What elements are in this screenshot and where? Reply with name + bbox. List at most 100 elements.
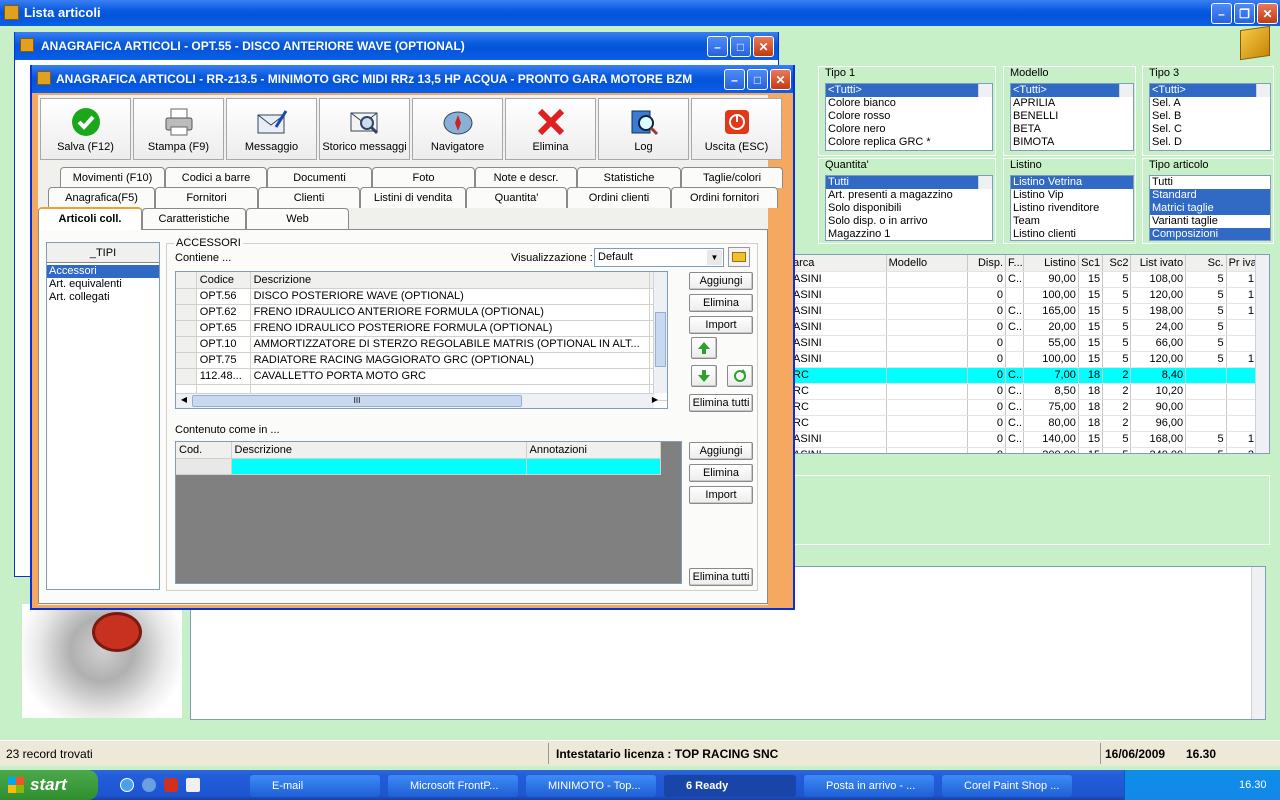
table-cell[interactable]: 0 xyxy=(967,319,1007,336)
listino-list[interactable]: Listino Vetrina Listino Vip Listino rive… xyxy=(1010,175,1134,241)
table-cell[interactable] xyxy=(1005,447,1025,453)
table-cell[interactable]: 15 xyxy=(1078,319,1104,336)
ie-icon[interactable] xyxy=(120,778,134,792)
vscrollbar[interactable] xyxy=(653,272,667,393)
taskbar-item[interactable]: E-mail xyxy=(250,775,380,797)
acc-import-button[interactable]: Import xyxy=(689,316,753,334)
table-cell[interactable]: 5 xyxy=(1102,271,1132,288)
acc-delete-button[interactable]: Elimina xyxy=(689,294,753,312)
col-header-descrizione[interactable]: Descrizione xyxy=(231,442,527,459)
table-cell[interactable]: ASINI xyxy=(791,303,887,320)
table-cell[interactable]: 0 xyxy=(967,383,1007,400)
taskbar-item[interactable]: Microsoft FrontP... xyxy=(388,775,518,797)
table-cell[interactable] xyxy=(886,399,968,416)
table-cell[interactable]: OPT.75 xyxy=(196,352,251,369)
table-cell[interactable]: 1 xyxy=(1226,303,1258,320)
col-header[interactable]: List ivato xyxy=(1130,255,1187,272)
table-cell[interactable]: C.. xyxy=(1005,367,1025,384)
modello-list[interactable]: <Tutti> APRILIA BENELLI BETA BIMOTA xyxy=(1010,83,1134,151)
folder-button[interactable] xyxy=(728,247,750,267)
table-cell[interactable] xyxy=(886,303,968,320)
app-shortcut-icon[interactable] xyxy=(164,778,178,792)
taskbar-item[interactable]: MINIMOTO - Top... xyxy=(526,775,656,797)
table-cell[interactable]: 1 xyxy=(1226,431,1258,448)
table-cell[interactable]: 1 xyxy=(1226,351,1258,368)
table-row[interactable]: 112.48... CAVALLETTO PORTA MOTO GRC xyxy=(176,368,667,385)
table-cell[interactable]: 96,00 xyxy=(1130,415,1187,432)
table-cell[interactable]: 120,00 xyxy=(1130,351,1187,368)
table-cell[interactable]: 5 xyxy=(1102,319,1132,336)
table-cell[interactable]: 168,00 xyxy=(1130,431,1187,448)
table-cell[interactable]: 0 xyxy=(967,399,1007,416)
table-cell[interactable]: 200,00 xyxy=(1023,447,1079,453)
table-cell[interactable]: 15 xyxy=(1078,335,1104,352)
table-cell[interactable]: 0 xyxy=(967,271,1007,288)
table-cell[interactable]: 7,00 xyxy=(1023,367,1079,384)
table-cell[interactable]: 165,00 xyxy=(1023,303,1079,320)
table-cell[interactable]: RC xyxy=(791,383,887,400)
table-cell[interactable]: 2 xyxy=(1102,399,1132,416)
table-cell[interactable] xyxy=(886,287,968,304)
articles-grid[interactable]: arca Modello Disp. F... Listino Sc1 Sc2 … xyxy=(790,254,1270,454)
table-cell[interactable]: 66,00 xyxy=(1130,335,1187,352)
table-cell[interactable] xyxy=(886,431,968,448)
table-row[interactable]: RC 0 C.. 7,00 18 2 8,40 xyxy=(791,367,1258,384)
table-cell[interactable]: CAVALLETTO PORTA MOTO GRC xyxy=(250,368,650,385)
table-cell[interactable]: 8,50 xyxy=(1023,383,1079,400)
table-cell[interactable] xyxy=(1005,335,1025,352)
print-button[interactable]: Stampa (F9) xyxy=(133,98,224,160)
table-cell[interactable] xyxy=(1185,399,1227,416)
tab-codici-barre[interactable]: Codici a barre xyxy=(165,167,267,188)
tab-caratteristiche[interactable]: Caratteristiche xyxy=(142,208,246,229)
table-cell[interactable]: OPT.10 xyxy=(196,336,251,353)
table-row[interactable]: ASINI 0 100,00 15 5 120,00 5 1 xyxy=(791,351,1258,368)
table-cell[interactable]: ASINI xyxy=(791,351,887,368)
table-cell[interactable]: 5 xyxy=(1185,271,1227,288)
table-cell[interactable] xyxy=(886,415,968,432)
table-cell[interactable] xyxy=(886,335,968,352)
table-cell[interactable]: 2 xyxy=(1102,415,1132,432)
col-header[interactable]: Sc1 xyxy=(1078,255,1104,272)
tab-web[interactable]: Web xyxy=(246,208,349,229)
col-header-annotazioni[interactable]: Annotazioni xyxy=(526,442,661,459)
table-row[interactable]: ASINI0200,00155240,0052 xyxy=(791,447,1258,453)
table-cell[interactable]: C.. xyxy=(1005,415,1025,432)
table-cell[interactable]: 100,00 xyxy=(1023,351,1079,368)
col-header[interactable]: Modello xyxy=(886,255,968,272)
table-cell[interactable]: 1 xyxy=(1226,271,1258,288)
table-row[interactable]: OPT.10 AMMORTIZZATORE DI STERZO REGOLABIL… xyxy=(176,336,667,353)
acc-add-button[interactable]: Aggiungi xyxy=(689,272,753,290)
close-button[interactable]: ✕ xyxy=(753,36,774,57)
table-cell[interactable] xyxy=(1005,287,1025,304)
table-row[interactable]: ASINI 0 C.. 20,00 15 5 24,00 5 xyxy=(791,319,1258,336)
tab-note-descr[interactable]: Note e descr. xyxy=(475,167,577,188)
table-cell[interactable]: 0 xyxy=(967,303,1007,320)
table-cell[interactable] xyxy=(1226,319,1258,336)
table-cell[interactable]: AMMORTIZZATORE DI STERZO REGOLABILE MATR… xyxy=(250,336,650,353)
tipo3-list[interactable]: <Tutti> Sel. A Sel. B Sel. C Sel. D xyxy=(1149,83,1271,151)
table-row[interactable]: ASINI 0 C.. 140,00 15 5 168,00 5 1 xyxy=(791,431,1258,448)
exit-button[interactable]: Uscita (ESC) xyxy=(691,98,782,160)
tab-clienti[interactable]: Clienti xyxy=(258,187,360,208)
tab-foto[interactable]: Foto xyxy=(372,167,475,188)
hscroll-thumb[interactable]: III xyxy=(192,395,522,407)
table-cell[interactable]: 198,00 xyxy=(1130,303,1187,320)
tipi-list[interactable]: _TIPI Accessori Art. equivalenti Art. co… xyxy=(46,242,160,590)
table-cell[interactable]: 0 xyxy=(967,335,1007,352)
table-cell[interactable] xyxy=(1226,399,1258,416)
col-header[interactable]: Sc. xyxy=(1185,255,1227,272)
table-row[interactable]: RC 0 C.. 80,00 18 2 96,00 xyxy=(791,415,1258,432)
table-cell[interactable]: 120,00 xyxy=(1130,287,1187,304)
table-cell[interactable]: 2 xyxy=(1102,367,1132,384)
move-down-button[interactable] xyxy=(691,365,717,387)
table-cell[interactable]: ASINI xyxy=(791,431,887,448)
table-cell[interactable]: 90,00 xyxy=(1023,271,1079,288)
table-cell[interactable]: 5 xyxy=(1102,351,1132,368)
maximize-button[interactable]: □ xyxy=(747,69,768,90)
scrollbar[interactable] xyxy=(1251,567,1265,719)
col-header[interactable]: Sc2 xyxy=(1102,255,1132,272)
navigator-button[interactable]: Navigatore xyxy=(412,98,503,160)
tab-ordini-fornitori[interactable]: Ordini fornitori xyxy=(671,187,778,208)
table-cell[interactable]: 55,00 xyxy=(1023,335,1079,352)
table-cell[interactable]: 5 xyxy=(1185,351,1227,368)
